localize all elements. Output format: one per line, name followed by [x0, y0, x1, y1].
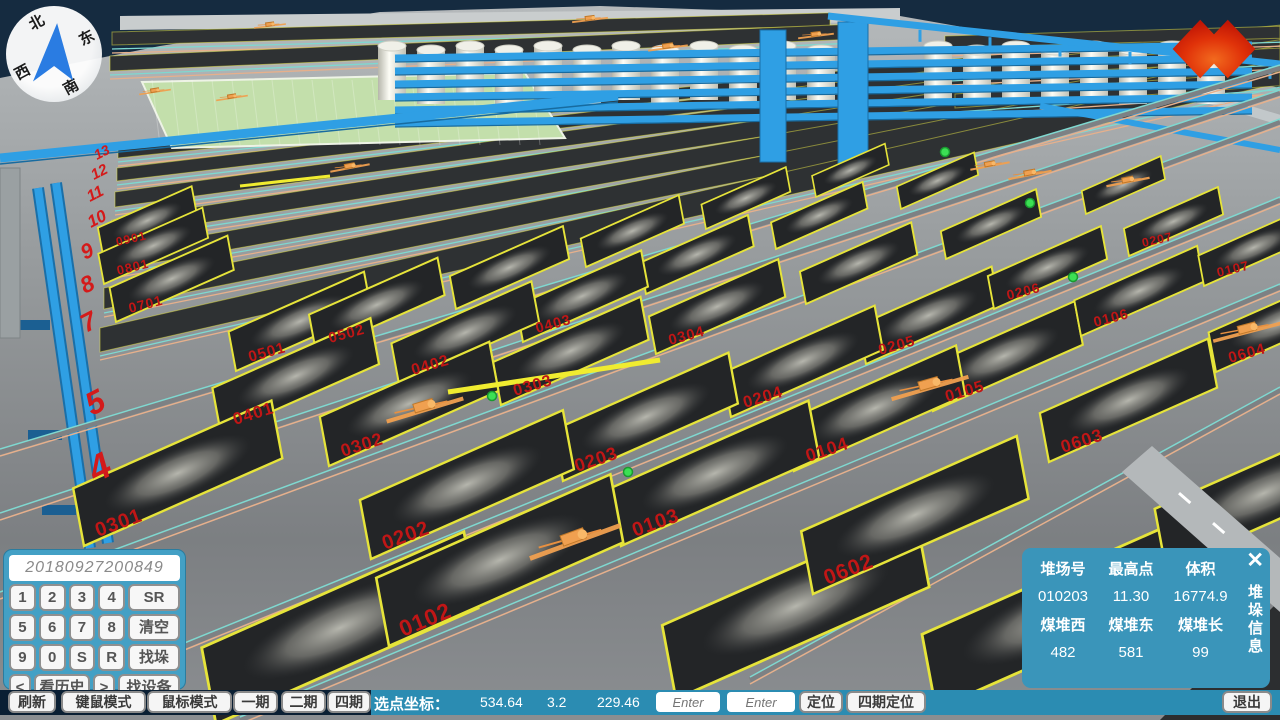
- pile-info-header: 堆场号: [1030, 558, 1096, 579]
- keypad-button-3[interactable]: 3: [69, 584, 96, 611]
- pile-info-panel: ✕ 堆场号 最高点 体积 010203 11.30 16774.9 煤堆西 煤堆…: [1022, 548, 1270, 688]
- pile-info-value: 99: [1166, 644, 1235, 661]
- app-window: 0501050204030402040103030302030403010205…: [0, 0, 1280, 720]
- keypad-button-1[interactable]: 1: [9, 584, 36, 611]
- keypad-panel: 1234SR5678清空90SR找垛<看历史>找设备: [3, 549, 186, 690]
- phase-2-button[interactable]: 二期: [281, 691, 326, 713]
- close-icon[interactable]: ✕: [1246, 548, 1264, 574]
- locate-button[interactable]: 定位: [799, 691, 843, 713]
- keypad-button-find-pile[interactable]: 找垛: [128, 644, 180, 671]
- pile-info-header: 煤堆长: [1166, 614, 1235, 635]
- coordinate-y-value: 3.2: [547, 694, 566, 710]
- compass-arrow-icon: [25, 19, 85, 87]
- status-dot-icon: [1069, 273, 1078, 282]
- pile-info-header: 体积: [1166, 558, 1235, 579]
- keyboard-mouse-mode-button[interactable]: 键鼠模式: [61, 691, 146, 713]
- keypad-button-5[interactable]: 5: [9, 614, 36, 641]
- keypad-button-s[interactable]: S: [69, 644, 96, 671]
- company-logo-icon: [1164, 8, 1264, 90]
- coordinate-x-value: 534.64: [480, 694, 523, 710]
- pile-info-header: 煤堆西: [1030, 614, 1096, 635]
- status-dot-icon: [941, 148, 950, 157]
- coordinate-z-value: 229.46: [597, 694, 640, 710]
- bottom-toolbar: 选点坐标： 534.64 3.2 229.46 退出 刷新键鼠模式鼠标模式一期二…: [0, 690, 1280, 715]
- keypad-button-sr[interactable]: SR: [128, 584, 180, 611]
- keypad-button-9[interactable]: 9: [9, 644, 36, 671]
- keypad-button-6[interactable]: 6: [39, 614, 66, 641]
- timestamp-display-input[interactable]: [9, 555, 180, 581]
- pile-info-header: 最高点: [1096, 558, 1166, 579]
- pile-info-value: 581: [1096, 644, 1166, 661]
- selected-point-coordinates-label: 选点坐标：: [374, 693, 449, 714]
- pile-info-grid: 堆场号 最高点 体积 010203 11.30 16774.9 煤堆西 煤堆东 …: [1030, 558, 1235, 661]
- pile-info-header: 煤堆东: [1096, 614, 1166, 635]
- keypad-button-4[interactable]: 4: [98, 584, 125, 611]
- keypad-button-0[interactable]: 0: [39, 644, 66, 671]
- pile-info-side-label: 堆垛信息: [1244, 584, 1265, 656]
- enter-input-1[interactable]: [656, 692, 720, 712]
- keypad-button-7[interactable]: 7: [69, 614, 96, 641]
- pile-info-value: 11.30: [1096, 588, 1166, 605]
- phase-4-button[interactable]: 四期: [327, 691, 371, 713]
- status-dot-icon: [624, 468, 633, 477]
- keypad-button-clear[interactable]: 清空: [128, 614, 180, 641]
- keypad-button-8[interactable]: 8: [98, 614, 125, 641]
- phase-4-locate-button[interactable]: 四期定位: [846, 691, 926, 713]
- pile-info-value: 16774.9: [1166, 588, 1235, 605]
- phase-1-button[interactable]: 一期: [233, 691, 278, 713]
- enter-input-2[interactable]: [727, 692, 795, 712]
- pile-info-value: 010203: [1030, 588, 1096, 605]
- refresh-button[interactable]: 刷新: [8, 691, 56, 713]
- status-dot-icon: [488, 392, 497, 401]
- status-dot-icon: [1026, 199, 1035, 208]
- exit-button[interactable]: 退出: [1222, 691, 1272, 713]
- pile-info-value: 482: [1030, 644, 1096, 661]
- keypad-button-r[interactable]: R: [98, 644, 125, 671]
- keypad-button-2[interactable]: 2: [39, 584, 66, 611]
- mouse-mode-button[interactable]: 鼠标模式: [147, 691, 232, 713]
- compass[interactable]: 北 东 南 西: [6, 6, 102, 102]
